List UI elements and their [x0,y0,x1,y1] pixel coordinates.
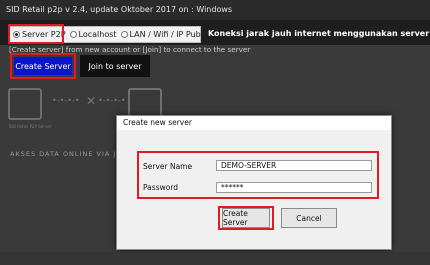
highlight-create-server [10,53,76,79]
status-strip [0,252,430,265]
dialog-title: Create new server [117,116,391,130]
monitor-label: SID Retail P2P Server [9,124,52,129]
server-name-input[interactable] [216,160,372,171]
password-input[interactable] [216,182,372,193]
radio-localhost[interactable]: Localhost [69,30,117,39]
server-name-label: Server Name [143,162,193,171]
dialog-cancel-button[interactable]: Cancel [281,208,337,228]
password-label: Password [143,183,179,192]
radio-icon [69,31,77,38]
connection-dots-icon: •-•-•-• [52,96,80,105]
window-title: SID Retail p2p v 2.4, update Oktober 201… [0,0,430,20]
highlight-server-p2p [8,24,64,44]
radio-label: Localhost [78,30,117,39]
connection-dots-icon: •-•-•-• [98,96,126,105]
radio-lan-wifi-ip[interactable]: LAN / Wifi / IP Public [120,30,210,39]
join-server-button[interactable]: Join to server [80,55,150,77]
create-server-dialog: Create new server Server Name Password C… [116,115,392,250]
radio-icon [120,31,128,38]
page-heading: Koneksi jarak jauh internet menggunakan … [208,29,430,38]
dialog-create-server-button[interactable]: Create Server [222,208,270,228]
monitor-left-icon [8,88,42,120]
disconnect-icon: ✕ [86,94,97,108]
radio-label: LAN / Wifi / IP Public [129,30,210,39]
